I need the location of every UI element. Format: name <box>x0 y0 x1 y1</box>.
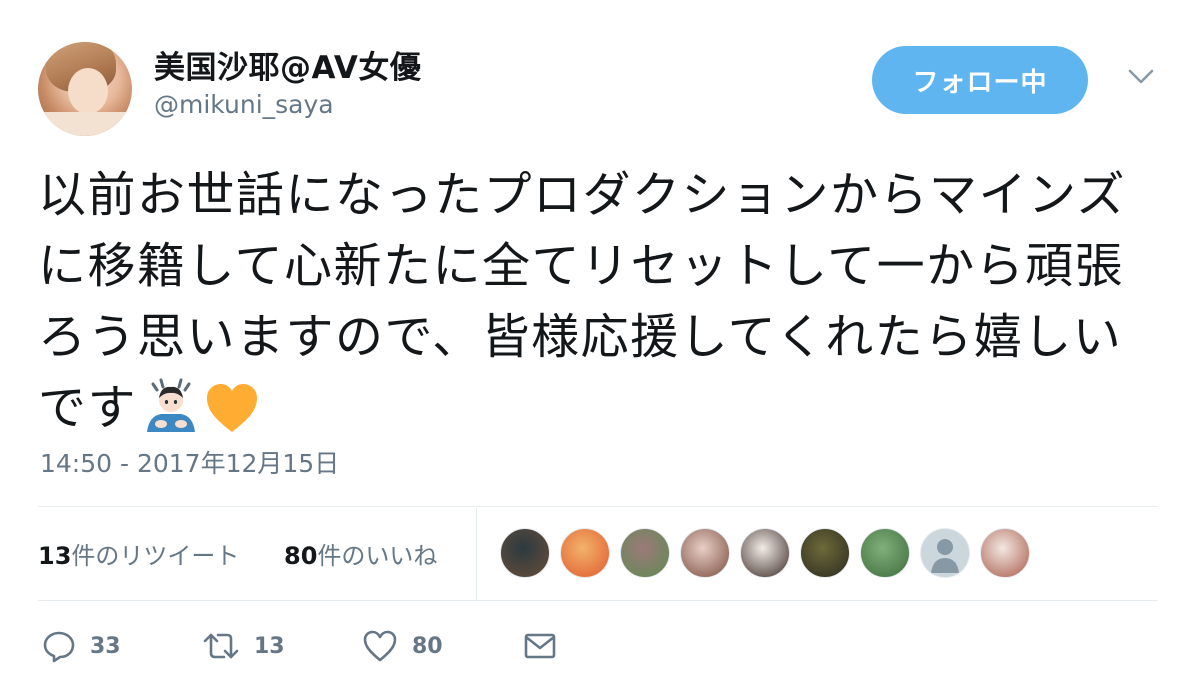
reply-count: 33 <box>90 633 121 659</box>
like-button[interactable]: 80 <box>362 626 443 666</box>
liker-avatar-8[interactable] <box>920 528 970 578</box>
heart-icon <box>363 630 397 662</box>
tweet-text: 以前お世話になったプロダクションからマインズに移籍して心新たに全てリセットして一… <box>38 160 1148 454</box>
chevron-down-icon <box>1128 69 1154 84</box>
liker-avatar-7[interactable] <box>860 528 910 578</box>
following-button[interactable]: フォロー中 <box>872 46 1088 114</box>
like-stat[interactable]: 80件のいいね <box>284 536 437 571</box>
direct-message-button[interactable] <box>524 626 556 666</box>
display-name[interactable]: 美国沙耶@AV女優 <box>154 42 421 87</box>
divider <box>38 506 1158 507</box>
liker-avatar-6[interactable] <box>800 528 850 578</box>
liker-avatar-2[interactable] <box>560 528 610 578</box>
tweet-menu-caret[interactable] <box>1126 62 1156 92</box>
reply-button[interactable]: 33 <box>42 626 121 666</box>
like-count: 80 <box>412 633 443 659</box>
liker-avatars <box>500 528 1040 580</box>
liker-avatar-4[interactable] <box>680 528 730 578</box>
retweet-stat-count: 13 <box>38 542 72 570</box>
stat-divider <box>476 508 477 600</box>
tweet-timestamp[interactable]: 14:50 - 2017年12月15日 <box>40 444 339 480</box>
retweet-icon <box>203 633 239 659</box>
default-profile-icon <box>931 539 959 573</box>
person-bowing-icon <box>143 378 199 454</box>
screen-name[interactable]: @mikuni_saya <box>154 90 334 119</box>
avatar-face <box>68 68 108 114</box>
liker-avatar-1[interactable] <box>500 528 550 578</box>
retweet-count: 13 <box>254 633 285 659</box>
avatar[interactable] <box>38 42 132 136</box>
retweet-button[interactable]: 13 <box>202 626 285 666</box>
envelope-icon <box>524 633 556 659</box>
liker-avatar-5[interactable] <box>740 528 790 578</box>
retweet-stat-label: 件のリツイート <box>71 542 240 570</box>
avatar-shoulder <box>38 112 132 136</box>
like-stat-label: 件のいいね <box>317 542 438 570</box>
tweet-body: 以前お世話になったプロダクションからマインズに移籍して心新たに全てリセットして一… <box>38 167 1127 436</box>
like-stat-count: 80 <box>284 542 318 570</box>
tweet-actions: 33 13 80 <box>38 618 638 674</box>
retweet-stat[interactable]: 13件のリツイート <box>38 536 239 571</box>
tweet-stats: 13件のリツイート 80件のいいね <box>38 508 1158 600</box>
divider <box>38 600 1158 601</box>
liker-avatar-9[interactable] <box>980 528 1030 578</box>
liker-avatar-3[interactable] <box>620 528 670 578</box>
tweet-header: 美国沙耶@AV女優 @mikuni_saya フォロー中 <box>38 38 1158 138</box>
reply-icon <box>43 631 75 663</box>
